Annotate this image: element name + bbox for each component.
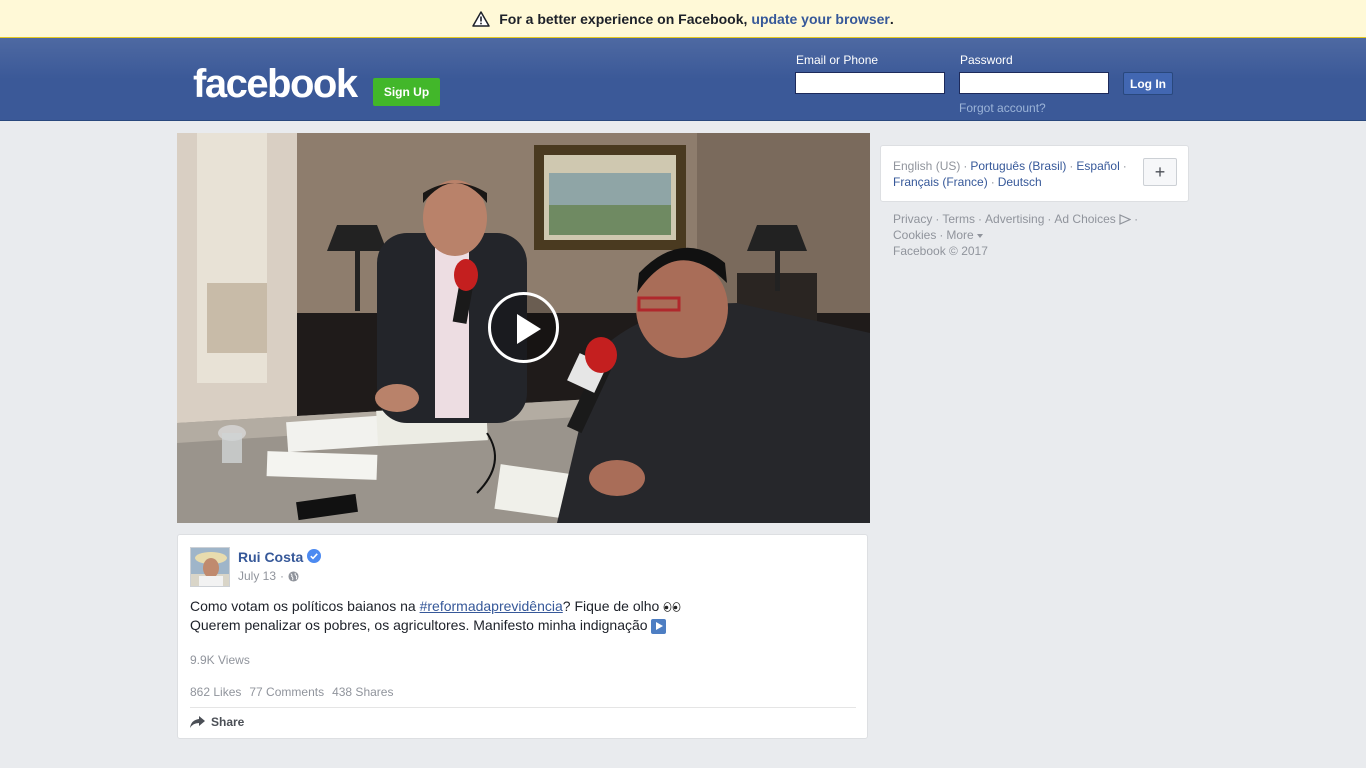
footer-link-privacy[interactable]: Privacy	[893, 212, 932, 226]
footer-link-terms[interactable]: Terms	[942, 212, 975, 226]
caret-down-icon[interactable]	[977, 233, 984, 238]
hashtag-link[interactable]: #reformadaprevidência	[420, 598, 563, 614]
facebook-logo[interactable]: facebook	[193, 62, 358, 107]
post-meta: July 13 ·	[238, 569, 299, 583]
post-card: Rui Costa July 13 · Como votam os políti…	[177, 534, 868, 739]
share-button[interactable]: Share	[190, 715, 244, 729]
email-field[interactable]	[795, 72, 945, 94]
language-link-german[interactable]: Deutsch	[998, 175, 1042, 189]
browser-warning-banner: For a better experience on Facebook, upd…	[0, 0, 1366, 38]
ad-choices-icon[interactable]	[1119, 214, 1132, 226]
share-label: Share	[211, 715, 245, 729]
post-body: Como votam os políticos baianos na #refo…	[190, 597, 850, 635]
post-date[interactable]: July 13	[238, 569, 276, 583]
footer-link-more[interactable]: More	[946, 228, 973, 242]
post-line-1: Como votam os políticos baianos na #refo…	[190, 597, 850, 616]
play-icon	[517, 314, 541, 344]
log-in-button[interactable]: Log In	[1123, 72, 1173, 95]
post-text-part: ? Fique de olho	[562, 598, 664, 614]
avatar-image	[191, 548, 229, 586]
password-label: Password	[960, 53, 1013, 67]
meta-separator: ·	[280, 569, 285, 583]
copyright: Facebook © 2017	[893, 244, 988, 258]
footer-link-ad-choices[interactable]: Ad Choices	[1054, 212, 1115, 226]
forgot-account-link[interactable]: Forgot account?	[959, 101, 1046, 115]
post-text-part: Querem penalizar os pobres, os agriculto…	[190, 617, 652, 633]
more-languages-button[interactable]: +	[1143, 158, 1177, 186]
language-link-spanish[interactable]: Español	[1076, 159, 1119, 173]
footer-links: Privacy · Terms · Advertising · Ad Choices · C…	[893, 212, 1139, 258]
shares-count[interactable]: 438 Shares	[332, 685, 393, 699]
footer-link-cookies[interactable]: Cookies	[893, 228, 936, 242]
top-header: facebook Sign Up Email or Phone Password…	[0, 38, 1366, 121]
update-browser-link[interactable]: update your browser	[751, 11, 889, 27]
play-button[interactable]	[488, 292, 559, 363]
post-line-2: Querem penalizar os pobres, os agriculto…	[190, 616, 850, 635]
language-link-portuguese[interactable]: Português (Brasil)	[970, 159, 1066, 173]
globe-icon[interactable]	[288, 570, 299, 582]
author-avatar[interactable]	[190, 547, 230, 587]
post-divider	[190, 707, 856, 708]
password-field[interactable]	[959, 72, 1109, 94]
play-emoji	[651, 618, 667, 634]
video-views: 9.9K Views	[190, 653, 250, 667]
banner-text: For a better experience on Facebook,	[499, 10, 748, 27]
post-stats: 862 Likes 77 Comments 438 Shares	[190, 685, 393, 699]
post-text-part: Como votam os políticos baianos na	[190, 598, 420, 614]
footer-link-advertising[interactable]: Advertising	[985, 212, 1044, 226]
email-label: Email or Phone	[796, 53, 879, 67]
author-name[interactable]: Rui Costa	[238, 549, 303, 565]
language-selector: English (US) · Português (Brasil) · Español ·…	[880, 145, 1189, 202]
share-icon	[190, 716, 205, 728]
eyes-emoji	[663, 602, 681, 613]
sign-up-button[interactable]: Sign Up	[373, 78, 440, 106]
likes-count[interactable]: 862 Likes	[190, 685, 241, 699]
verified-icon	[307, 549, 321, 563]
video-player[interactable]	[177, 133, 870, 523]
banner-period: .	[889, 10, 894, 27]
current-language: English (US)	[893, 159, 961, 173]
language-link-french[interactable]: Français (France)	[893, 175, 988, 189]
comments-count[interactable]: 77 Comments	[249, 685, 324, 699]
warning-icon	[472, 10, 490, 27]
language-list: English (US) · Português (Brasil) · Español ·…	[893, 159, 1127, 189]
